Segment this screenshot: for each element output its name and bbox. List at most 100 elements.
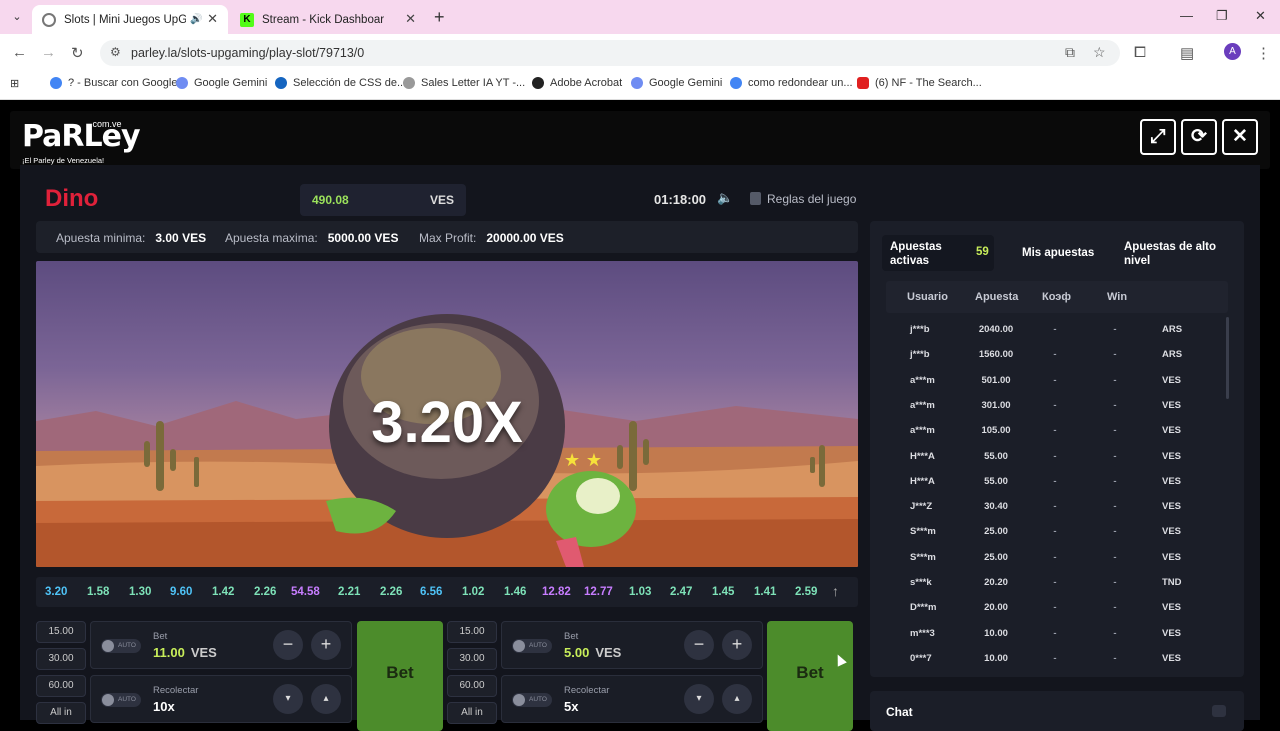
bookmark-item[interactable]: ? - Buscar con Google — [50, 77, 177, 89]
quick-bet-15[interactable]: 15.00 — [447, 621, 497, 643]
bookmark-item[interactable]: Google Gemini — [176, 77, 267, 89]
tab-slots[interactable]: Slots | Mini Juegos UpGam 🔊 ✕ — [32, 5, 228, 34]
cashout-field[interactable]: AUTO Recolectar 5x ▾ ▴ — [501, 675, 763, 723]
new-tab-button[interactable]: + — [434, 7, 445, 28]
apps-icon[interactable]: ⊞ — [10, 77, 19, 90]
chat-expand-icon[interactable] — [1212, 705, 1226, 717]
decrease-bet-button[interactable]: − — [684, 630, 714, 660]
cell-win: - — [1113, 425, 1117, 437]
increase-bet-button[interactable]: + — [722, 630, 752, 660]
tab-active-bets-label[interactable]: Apuestas activas — [890, 240, 970, 268]
quick-bet-30[interactable]: 30.00 — [36, 648, 86, 670]
cell-amount: 501.00 — [981, 374, 1011, 386]
quick-bet-30[interactable]: 30.00 — [447, 648, 497, 670]
window-close-icon[interactable]: ✕ — [1255, 8, 1266, 24]
close-game-button[interactable]: ✕ — [1222, 119, 1258, 155]
address-bar[interactable]: ⚙ parley.la/slots-upgaming/play-slot/797… — [100, 40, 1120, 66]
tab-kick[interactable]: K Stream - Kick Dashboard ✕ — [230, 5, 426, 34]
fullscreen-button[interactable]: ⤢ — [1140, 119, 1176, 155]
col-coef: Коэф — [1042, 291, 1071, 303]
close-tab-icon[interactable]: ✕ — [405, 11, 416, 27]
translate-icon[interactable]: ⧉ — [1065, 44, 1075, 61]
extensions-icon[interactable]: ⧠ — [1134, 44, 1146, 61]
tab-search-icon[interactable]: ⌄ — [8, 8, 26, 26]
cell-win: - — [1113, 399, 1117, 411]
back-icon[interactable]: ← — [12, 44, 27, 61]
gemini-icon — [176, 77, 188, 89]
chevron-down-icon[interactable]: ▾ — [273, 684, 303, 714]
history-expand-icon[interactable]: ↑ — [832, 583, 839, 599]
site-logo[interactable]: PaRLey — [22, 119, 141, 154]
auto-cashout-toggle[interactable]: AUTO — [512, 693, 552, 707]
chevron-up-icon[interactable]: ▴ — [722, 684, 752, 714]
sidepanel-icon[interactable]: ▤ — [1180, 44, 1194, 62]
url-text[interactable]: parley.la/slots-upgaming/play-slot/79713… — [131, 46, 364, 60]
bet-value[interactable]: 11.00 VES — [153, 645, 217, 660]
chevron-down-icon[interactable]: ▾ — [684, 684, 714, 714]
bookmark-item[interactable]: como redondear un... — [730, 77, 853, 89]
bookmark-label: como redondear un... — [748, 77, 853, 89]
increase-bet-button[interactable]: + — [311, 630, 341, 660]
min-bet-label: Apuesta minima: — [56, 231, 146, 245]
bookmark-item[interactable]: Google Gemini — [631, 77, 722, 89]
bet-limits-bar: Apuesta minima: 3.00 VES Apuesta maxima: 5… — [36, 221, 858, 253]
menu-icon[interactable]: ⋮ — [1256, 44, 1271, 62]
site-info-icon[interactable]: ⚙ — [110, 45, 121, 59]
bet-button-2[interactable]: Bet — [767, 621, 853, 731]
refresh-button[interactable]: ⟳ — [1181, 119, 1217, 155]
bet-amount-field[interactable]: AUTO Bet 11.00 VES − + — [90, 621, 352, 669]
cashout-field[interactable]: AUTO Recolectar 10x ▾ ▴ — [90, 675, 352, 723]
cell-coef: - — [1053, 627, 1057, 639]
reload-icon[interactable]: ↻ — [71, 44, 84, 62]
history-multiplier: 2.26 — [254, 586, 277, 598]
auto-bet-toggle[interactable]: AUTO — [512, 639, 552, 653]
bet-amount-field[interactable]: AUTO Bet 5.00 VES − + — [501, 621, 763, 669]
cell-coef: - — [1053, 602, 1057, 614]
table-row: H***A 55.00 - - VES — [886, 444, 1226, 468]
quick-bet-all-in[interactable]: All in — [36, 702, 86, 724]
minimize-icon[interactable]: — — [1180, 8, 1193, 23]
cell-currency: VES — [1162, 652, 1182, 664]
chat-bar[interactable]: Chat — [870, 691, 1244, 731]
bookmark-item[interactable]: Sales Letter IA YT -... — [403, 77, 525, 89]
cashout-value[interactable]: 10x — [153, 699, 175, 714]
bookmark-star-icon[interactable]: ☆ — [1093, 44, 1106, 61]
cell-win: - — [1113, 450, 1117, 462]
profile-avatar[interactable]: A — [1224, 43, 1241, 60]
tab-my-bets[interactable]: Mis apuestas — [1022, 246, 1094, 260]
quick-bet-all-in[interactable]: All in — [447, 702, 497, 724]
auto-bet-toggle[interactable]: AUTO — [101, 639, 141, 653]
cashout-value[interactable]: 5x — [564, 699, 578, 714]
cell-win: - — [1113, 526, 1117, 538]
cell-user: m***3 — [910, 627, 935, 639]
bookmark-item[interactable]: (6) NF - The Search... — [857, 77, 982, 89]
cell-win: - — [1113, 551, 1117, 563]
tab-high-bets[interactable]: Apuestas de alto nivel — [1124, 240, 1224, 268]
bookmark-item[interactable]: Adobe Acrobat — [532, 77, 622, 89]
cell-amount: 10.00 — [984, 652, 1008, 664]
close-tab-icon[interactable]: ✕ — [207, 11, 218, 27]
audio-icon[interactable]: 🔊 — [190, 14, 202, 25]
bet-value[interactable]: 5.00 VES — [564, 645, 621, 660]
cell-currency: VES — [1162, 450, 1182, 462]
bets-scrollbar[interactable] — [1226, 317, 1229, 399]
sound-icon[interactable]: 🔈 — [717, 190, 733, 206]
quick-bet-15[interactable]: 15.00 — [36, 621, 86, 643]
bet-currency: VES — [595, 645, 622, 660]
bet-button-1[interactable]: Bet — [357, 621, 443, 731]
bet-currency: VES — [190, 645, 217, 660]
restore-icon[interactable]: ❐ — [1216, 8, 1228, 24]
cell-user: j***b — [910, 324, 930, 335]
quick-bet-60[interactable]: 60.00 — [36, 675, 86, 697]
decrease-bet-button[interactable]: − — [273, 630, 303, 660]
bookmark-item[interactable]: Selección de CSS de... — [275, 77, 406, 89]
game-scene: ★ ★ 3.20X — [36, 261, 858, 567]
cell-currency: ARS — [1162, 324, 1183, 335]
forward-icon[interactable]: → — [41, 44, 56, 61]
chevron-up-icon[interactable]: ▴ — [311, 684, 341, 714]
quick-bet-60[interactable]: 60.00 — [447, 675, 497, 697]
cell-amount: 105.00 — [981, 425, 1011, 437]
rules-link[interactable]: Reglas del juego — [750, 192, 856, 206]
cell-win: - — [1113, 324, 1117, 335]
auto-cashout-toggle[interactable]: AUTO — [101, 693, 141, 707]
